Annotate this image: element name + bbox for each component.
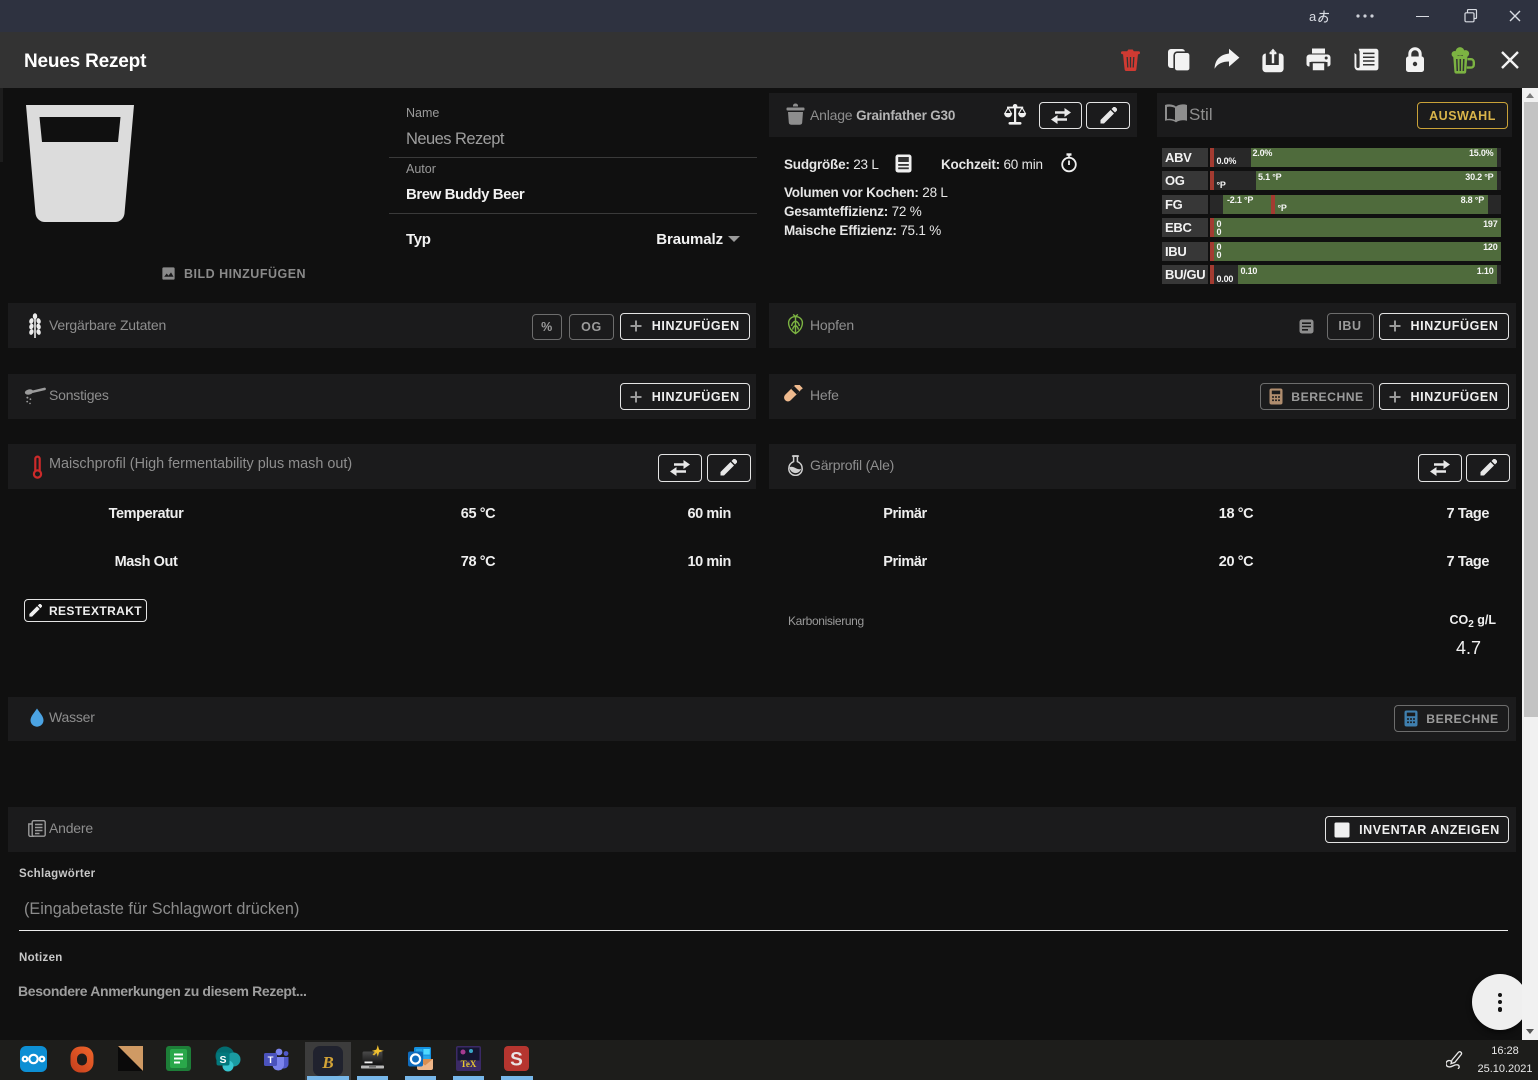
svg-text:a: a	[1309, 9, 1317, 24]
svg-text:B: B	[321, 1053, 333, 1072]
svg-text:S: S	[510, 1050, 523, 1071]
svg-text:S: S	[219, 1054, 226, 1066]
svg-text:T: T	[268, 1055, 274, 1066]
svg-text:TeX: TeX	[461, 1059, 477, 1069]
